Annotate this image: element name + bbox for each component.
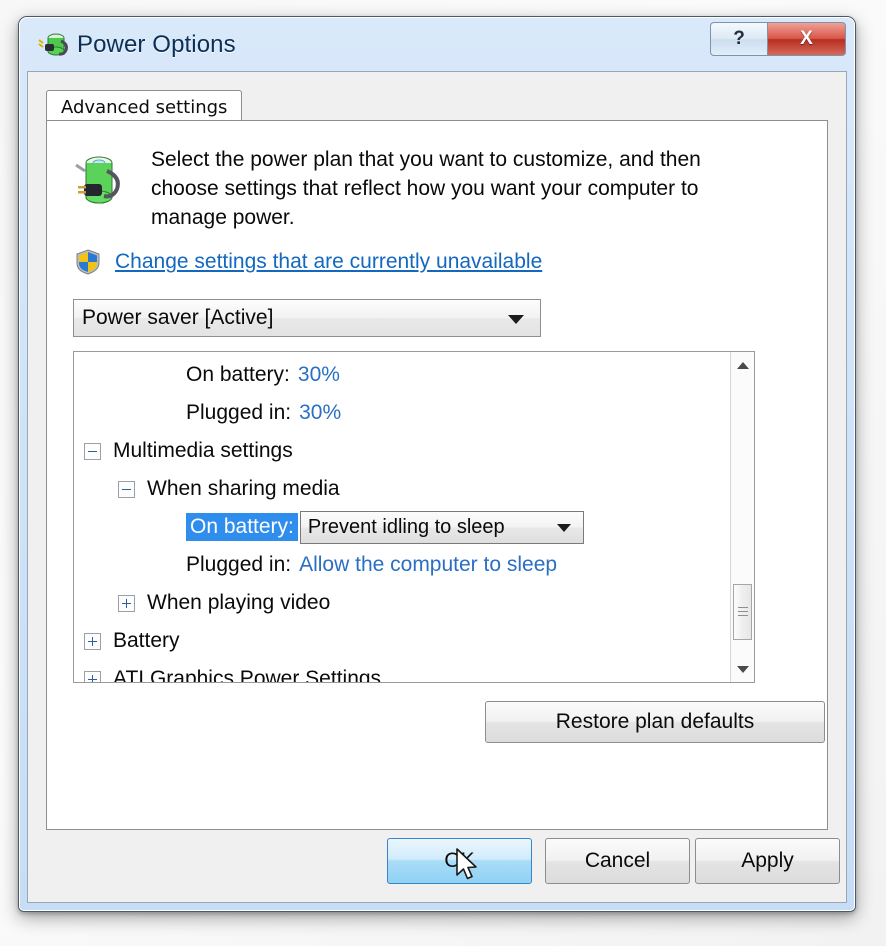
window-title: Power Options xyxy=(77,31,236,58)
tree-setting-label: Plugged in: xyxy=(186,401,292,424)
change-settings-link-row[interactable]: Change settings that are currently unava… xyxy=(75,249,542,275)
tree-setting-label: Plugged in: xyxy=(186,553,292,576)
tree-row[interactable]: Plugged in: 30% xyxy=(74,394,730,432)
title-bar[interactable]: Power Options ? X xyxy=(19,17,855,73)
dialog-client-area: Advanced settings Select the power plan … xyxy=(27,71,847,903)
screen: Power Options ? X Advanced settings Sele… xyxy=(0,0,886,946)
intro-text: Select the power plan that you want to c… xyxy=(151,148,701,229)
tree-row[interactable]: When sharing media xyxy=(74,470,730,508)
advanced-settings-tree[interactable]: On battery: 30% Plugged in: 30% Multimedia s… xyxy=(73,351,755,683)
tree-row[interactable]: When playing video xyxy=(74,584,730,622)
tree-group-label: When playing video xyxy=(147,591,331,614)
cancel-button[interactable]: Cancel xyxy=(545,838,690,884)
tree-row[interactable]: Battery xyxy=(74,622,730,660)
tree-group-label: ATI Graphics Power Settings xyxy=(113,667,382,683)
restore-plan-defaults-button[interactable]: Restore plan defaults xyxy=(485,701,825,743)
tree-group-label: Multimedia settings xyxy=(113,439,293,462)
window-controls: ? X xyxy=(710,22,846,56)
intro-block: Select the power plan that you want to c… xyxy=(73,145,803,232)
setting-value-text: Prevent idling to sleep xyxy=(307,515,505,538)
tree-row[interactable]: ATI Graphics Power Settings xyxy=(74,660,730,683)
tab-advanced-settings[interactable]: Advanced settings xyxy=(46,90,243,123)
tree-row[interactable]: Plugged in: Allow the computer to sleep xyxy=(74,546,730,584)
scroll-up-arrow-icon[interactable] xyxy=(731,354,754,376)
tree-group-label: Battery xyxy=(113,629,180,652)
chevron-down-icon xyxy=(508,315,524,324)
change-settings-link[interactable]: Change settings that are currently unava… xyxy=(115,250,542,274)
tree-setting-label: On battery: xyxy=(186,363,290,386)
scroll-thumb[interactable] xyxy=(733,584,752,640)
scroll-thumb-grip xyxy=(738,607,748,619)
uac-shield-icon xyxy=(76,249,100,275)
chevron-down-icon xyxy=(556,523,571,532)
expander-minus-icon[interactable] xyxy=(84,442,101,460)
expander-plus-icon[interactable] xyxy=(118,594,135,612)
expander-plus-icon[interactable] xyxy=(84,670,101,682)
tree-setting-value: Allow the computer to sleep xyxy=(299,553,558,576)
tree-row[interactable]: On battery: 30% xyxy=(74,356,730,394)
apply-button[interactable]: Apply xyxy=(695,838,840,884)
power-plan-value: Power saver [Active] xyxy=(82,306,274,329)
expander-plus-icon[interactable] xyxy=(84,632,101,650)
tab-page-advanced-settings: Select the power plan that you want to c… xyxy=(46,120,828,830)
tree-rows: On battery: 30% Plugged in: 30% Multimedia s… xyxy=(74,356,730,683)
scroll-down-arrow-icon[interactable] xyxy=(731,658,754,680)
mouse-cursor xyxy=(456,848,477,880)
dialog-footer: OK Cancel Apply xyxy=(28,838,840,886)
setting-value-select[interactable]: Prevent idling to sleep xyxy=(299,510,584,544)
expander-minus-icon[interactable] xyxy=(118,480,135,498)
tree-scrollbar[interactable] xyxy=(730,352,754,682)
power-plan-select[interactable]: Power saver [Active] xyxy=(73,299,541,337)
tree-setting-value: 30% xyxy=(297,363,340,386)
tree-row[interactable]: On battery: Prevent idling to sleep xyxy=(74,508,730,546)
tree-setting-label: On battery: xyxy=(186,513,298,541)
battery-plug-icon xyxy=(38,33,68,56)
close-button[interactable]: X xyxy=(768,22,846,56)
help-button[interactable]: ? xyxy=(710,22,768,56)
tab-strip: Advanced settings xyxy=(46,90,828,123)
battery-plug-icon xyxy=(75,156,120,204)
tree-row[interactable]: Multimedia settings xyxy=(74,432,730,470)
power-options-window: Power Options ? X Advanced settings Sele… xyxy=(18,16,856,912)
tree-setting-value: 30% xyxy=(299,401,342,424)
tree-group-label: When sharing media xyxy=(147,477,340,500)
